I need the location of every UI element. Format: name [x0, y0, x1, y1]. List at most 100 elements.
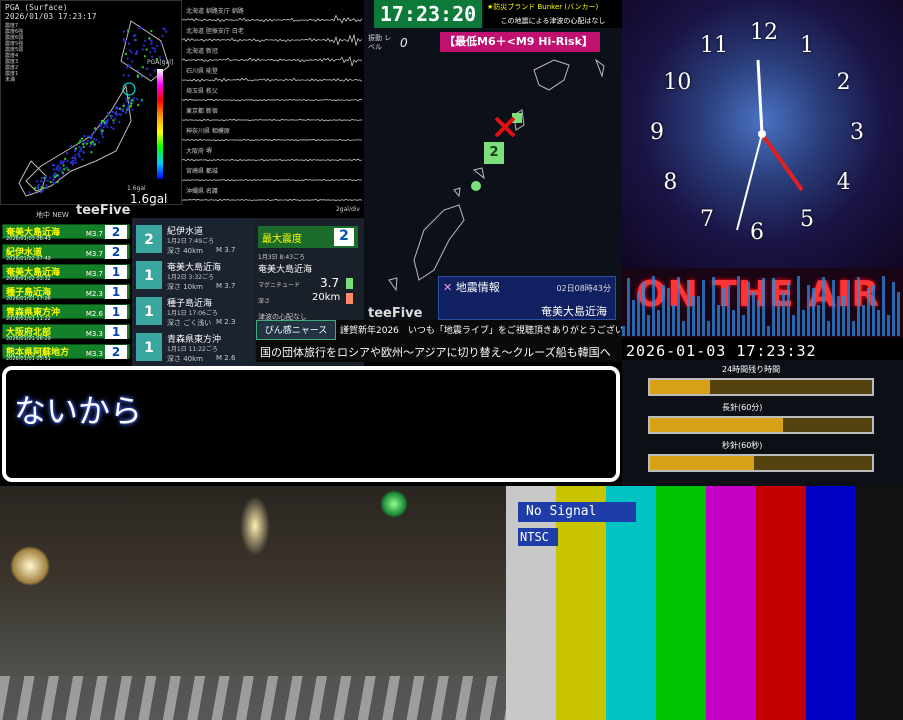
eq-time: 2026/01/01 11:22 [6, 316, 51, 322]
visualizer-bar [742, 315, 745, 336]
eq-time: 2026/01/01 06:29 [6, 336, 51, 342]
visualizer-bar [802, 310, 805, 336]
progress-fill [650, 456, 754, 470]
eq-mag: M3.7 [86, 270, 103, 278]
no-signal-label: No Signal [518, 502, 636, 522]
visualizer-bar [747, 282, 750, 336]
bunker-note: この地震による津波の心配はなし [487, 16, 619, 26]
waveform-trace [182, 8, 364, 26]
eq-list-row[interactable]: 種子島近海 2026/01/01 17:06 M2.3 1 [2, 284, 130, 299]
news-tag: ぴん感ニャース [256, 320, 336, 340]
japan-map-svg [11, 11, 181, 201]
street-light [10, 546, 50, 586]
waveform-row: 石川県 能登 [182, 66, 364, 84]
street-camera [0, 486, 506, 720]
waveform-row: 神奈川県 相模原 [182, 126, 364, 144]
eq-time: 2026/01/02 03:32 [6, 276, 51, 282]
waveform-trace [182, 188, 364, 206]
eq-mag: M3.3 [86, 330, 103, 338]
eq-list-row[interactable]: 青森県東方沖 2026/01/01 11:22 M2.6 1 [2, 304, 130, 319]
news-line-1: 謹賀新年2026 いつも「地震ライブ」をご視聴頂きありがとうございます! [340, 323, 646, 336]
color-bar [656, 486, 708, 720]
eq-scale: 2 [105, 245, 127, 259]
eq-scale: 1 [105, 305, 127, 319]
datetime-display: 2026-01-03 17:23:32 [626, 342, 817, 360]
waveform-trace [182, 48, 364, 66]
waveform-row: 埼玉県 秩父 [182, 86, 364, 104]
quake-card-time: 1月1日 11:22ごろ [167, 344, 218, 353]
visualizer-bar [807, 285, 810, 336]
eq-list-row[interactable]: 熊本県阿蘇地方 2026/01/01 05:51 M3.3 2 [2, 344, 130, 359]
max-intensity-place: 奄美大島近海 [258, 262, 312, 275]
eq-list-row[interactable]: 大阪府北部 2026/01/01 06:29 M3.3 1 [2, 324, 130, 339]
visualizer-bar [887, 315, 890, 336]
visualizer-bar [832, 280, 835, 336]
quake-card[interactable]: 1 青森県東方沖 1月1日 11:22ごろ 深さ 40km M 2.6 [134, 330, 252, 366]
visualizer-bar [642, 282, 645, 336]
quake-card-mag: M 3.7 [216, 246, 235, 254]
quake-card[interactable]: 2 紀伊水道 1月2日 7:49ごろ 深さ 40km M 3.7 [134, 222, 252, 258]
audio-visualizer [622, 268, 903, 338]
visualizer-bar [847, 280, 850, 336]
quake-card-scale: 2 [136, 225, 162, 253]
progress-bar [648, 416, 874, 434]
max-intensity-time: 1月3日 8:43ごろ [258, 252, 305, 261]
visualizer-bar [822, 277, 825, 336]
quake-card-time: 1月2日 7:49ごろ [167, 236, 214, 245]
pga-scale-label: 1.6gal [127, 185, 146, 192]
visualizer-bar [692, 296, 695, 336]
max-intensity-value: 2 [334, 228, 354, 246]
eq-list-row[interactable]: 奄美大島近海 2026/01/03 06:43 M3.7 2 [2, 224, 130, 239]
eq-list-row[interactable]: 紀伊水道 2026/01/02 07:49 M3.7 2 [2, 244, 130, 259]
waveform-unit: 2gal/div [336, 206, 360, 213]
visualizer-bar [812, 288, 815, 336]
eq-mag: M2.3 [86, 290, 103, 298]
corner-text: 地中 NEW [36, 210, 69, 220]
quake-card[interactable]: 1 奄美大島近海 1月2日 3:32ごろ 深さ 10km M 3.7 [134, 258, 252, 294]
waveform-trace [182, 88, 364, 106]
visualizer-bar [672, 305, 675, 336]
visualizer-bar [897, 292, 900, 336]
waveform-row: 大阪府 堺 [182, 146, 364, 164]
waveform-row: 北海道 新冠 [182, 46, 364, 64]
progress-label: 長針(60分) [722, 402, 762, 413]
crosswalk [0, 676, 506, 720]
visualizer-bar [882, 276, 885, 336]
visualizer-bar [702, 280, 705, 336]
visualizer-bar [627, 278, 630, 336]
quake-card-mag: M 2.3 [216, 318, 235, 326]
visualizer-bar [817, 305, 820, 336]
pga-color-scale [157, 69, 163, 179]
progress-bar [648, 378, 874, 396]
eq-mag: M3.3 [86, 350, 103, 358]
waveform-trace [182, 148, 364, 166]
progress-panel: 24時間残り時間 長針(60分) 秒針(60秒) [622, 360, 903, 486]
visualizer-bar [792, 315, 795, 336]
visualizer-bar [637, 292, 640, 336]
progress-fill [650, 380, 710, 394]
visualizer-bar [782, 292, 785, 336]
quake-card-time: 1月1日 17:06ごろ [167, 308, 218, 317]
eq-list-row[interactable]: 奄美大島近海 2026/01/02 03:32 M3.7 1 [2, 264, 130, 279]
eq-mag: M2.6 [86, 310, 103, 318]
waveform-trace [182, 168, 364, 186]
visualizer-bar [797, 276, 800, 336]
visualizer-bar [737, 276, 740, 336]
visualizer-bar [757, 300, 760, 336]
eq-scale: 2 [105, 225, 127, 239]
magnitude-label: マグニチュード [258, 280, 300, 289]
magnitude-swatch [346, 278, 353, 289]
visualizer-bar [647, 315, 650, 336]
quake-info-box: ✕ 地震情報 02日08時43分 奄美大島近海 [438, 276, 616, 320]
visualizer-bar [727, 285, 730, 336]
visualizer-bar [852, 321, 855, 336]
visualizer-bar [842, 296, 845, 336]
eq-scale: 2 [105, 345, 127, 359]
waveform-row: 北海道 釧路支庁 釧路 [182, 6, 364, 24]
quake-card-depth: 深さ 40km [167, 354, 203, 364]
visualizer-bar [622, 326, 625, 336]
eq-mag: M3.7 [86, 250, 103, 258]
visualizer-bar [667, 288, 670, 336]
quake-card[interactable]: 1 種子島近海 1月1日 17:06ごろ 深さ ごく浅い M 2.3 [134, 294, 252, 330]
subtitle-box: ないから [2, 366, 620, 482]
